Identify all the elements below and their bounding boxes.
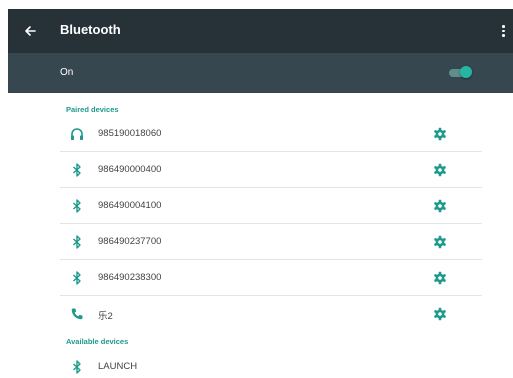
bluetooth-icon bbox=[73, 360, 81, 374]
paired-device-row[interactable]: 986490004100 bbox=[60, 188, 482, 224]
device-name: 986490238300 bbox=[98, 272, 162, 283]
device-name: LAUNCH bbox=[98, 361, 138, 372]
bluetooth-icon bbox=[73, 163, 81, 177]
bluetooth-icon bbox=[73, 199, 81, 213]
available-device-row[interactable]: LAUNCH bbox=[60, 349, 482, 378]
bluetooth-toggle[interactable] bbox=[448, 66, 472, 80]
device-name: 986490004100 bbox=[98, 200, 162, 211]
paired-device-row[interactable]: 985190018060 bbox=[60, 116, 482, 152]
paired-device-row[interactable]: 986490237700 bbox=[60, 224, 482, 260]
gear-icon[interactable] bbox=[433, 271, 447, 285]
more-options-button[interactable] bbox=[497, 21, 509, 41]
paired-device-row[interactable]: 乐2 bbox=[60, 296, 482, 332]
gear-icon[interactable] bbox=[433, 127, 447, 141]
device-name: 985190018060 bbox=[98, 128, 162, 139]
more-vert-dot bbox=[502, 34, 505, 37]
app-bar: Bluetooth bbox=[8, 9, 513, 53]
back-button[interactable] bbox=[20, 21, 40, 41]
bluetooth-icon bbox=[73, 235, 81, 249]
switch-label: On bbox=[60, 67, 74, 78]
gear-icon[interactable] bbox=[433, 307, 447, 321]
bluetooth-icon bbox=[73, 271, 81, 285]
gear-icon[interactable] bbox=[433, 163, 447, 177]
device-name: 986490237700 bbox=[98, 236, 162, 247]
device-name: 乐2 bbox=[98, 311, 113, 322]
bluetooth-settings-screen: Bluetooth On Paired devices 985190018060 bbox=[8, 9, 513, 378]
phone-icon bbox=[71, 308, 83, 320]
device-name: 986490000400 bbox=[98, 164, 162, 175]
toggle-thumb bbox=[460, 66, 472, 78]
gear-icon[interactable] bbox=[433, 235, 447, 249]
more-vert-icon bbox=[502, 25, 505, 28]
paired-device-row[interactable]: 986490238300 bbox=[60, 260, 482, 296]
paired-device-row[interactable]: 986490000400 bbox=[60, 152, 482, 188]
gear-icon[interactable] bbox=[433, 199, 447, 213]
more-vert-dot bbox=[502, 29, 505, 32]
arrow-back-icon bbox=[25, 26, 36, 36]
bluetooth-master-switch-bar[interactable]: On bbox=[8, 53, 513, 93]
paired-devices-header: Paired devices bbox=[66, 105, 119, 114]
page-title: Bluetooth bbox=[60, 22, 121, 37]
available-devices-header: Available devices bbox=[66, 337, 129, 346]
headphones-icon bbox=[71, 128, 83, 140]
